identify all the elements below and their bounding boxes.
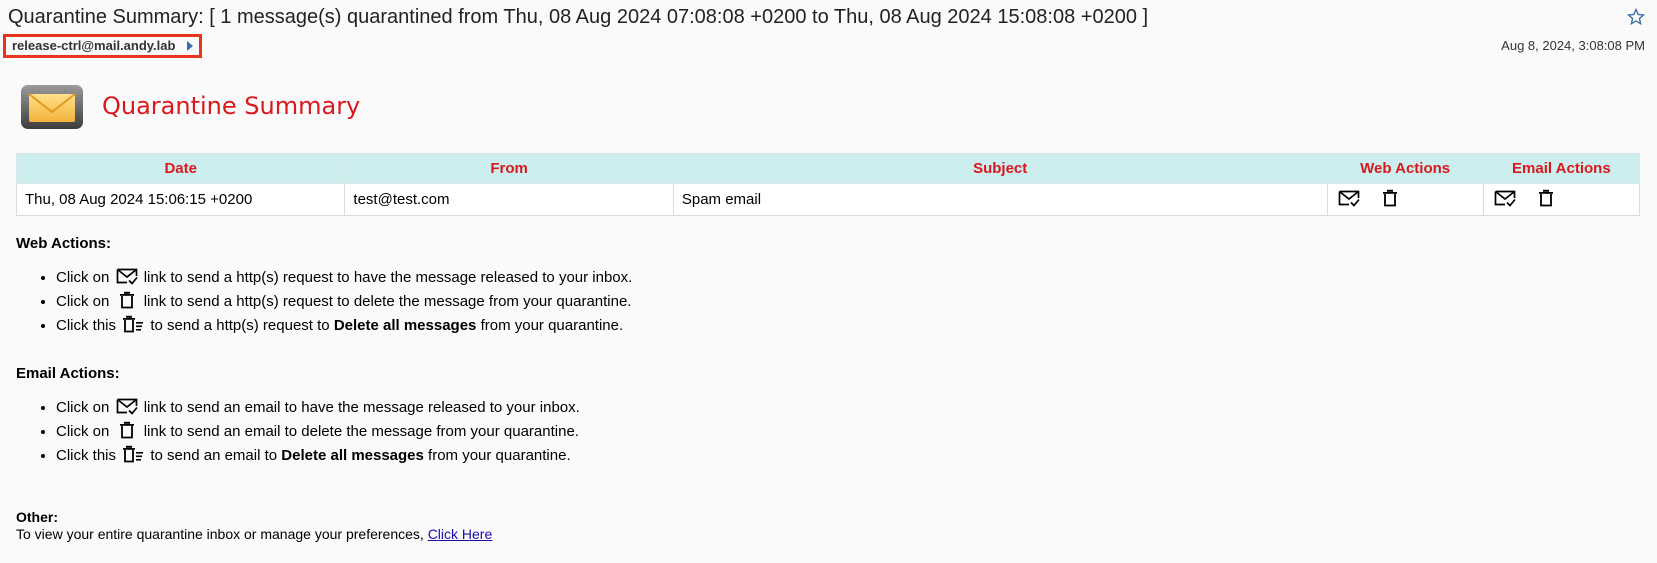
- item-text: from your quarantine.: [428, 447, 571, 464]
- release-mail-icon[interactable]: [1494, 189, 1516, 207]
- item-text: to send a http(s) request to: [150, 317, 330, 334]
- email-actions-heading: Email Actions:: [16, 365, 120, 382]
- list-item: Click this to send an email to Delete al…: [56, 444, 580, 468]
- list-item: Click on link to send an email to have t…: [56, 396, 580, 420]
- column-header-subject: Subject: [672, 153, 1328, 184]
- item-text: link to send a http(s) request to have t…: [143, 269, 633, 286]
- item-prefix: Click this: [56, 317, 117, 334]
- cell-subject: Spam email: [672, 183, 1328, 216]
- quarantine-table: Date From Subject Web Actions Email Acti…: [15, 153, 1641, 216]
- web-actions-list: Click on link to send a http(s) request …: [16, 266, 632, 338]
- release-mail-icon: [116, 398, 138, 415]
- sender-address: release-ctrl@mail.andy.lab: [12, 38, 176, 53]
- column-header-web-actions: Web Actions: [1326, 153, 1484, 184]
- item-text: to send an email to: [150, 447, 278, 464]
- item-text: from your quarantine.: [480, 317, 624, 334]
- table-row: Thu, 08 Aug 2024 15:06:15 +0200 test@tes…: [15, 183, 1641, 216]
- cell-email-actions: [1482, 183, 1641, 216]
- trash-icon[interactable]: [1538, 189, 1554, 207]
- trash-icon: [119, 291, 134, 309]
- list-item: Click on link to send an email to delete…: [56, 420, 580, 444]
- delete-all-icon: [123, 315, 144, 333]
- list-item: Click this to send a http(s) request to …: [56, 314, 632, 338]
- item-prefix: Click this: [56, 447, 117, 464]
- item-bold-text: Delete all messages: [281, 447, 424, 464]
- table-header-row: Date From Subject Web Actions Email Acti…: [15, 153, 1641, 184]
- sender-chip[interactable]: release-ctrl@mail.andy.lab: [3, 34, 203, 58]
- cell-date: Thu, 08 Aug 2024 15:06:15 +0200: [15, 183, 346, 216]
- other-heading: Other:: [16, 509, 58, 525]
- other-text: To view your entire quarantine inbox or …: [16, 526, 492, 542]
- summary-title: Quarantine Summary: [102, 92, 361, 120]
- chevron-right-icon: [187, 41, 194, 51]
- item-prefix: Click on: [56, 269, 110, 286]
- item-prefix: Click on: [56, 399, 110, 416]
- column-header-email-actions: Email Actions: [1482, 153, 1641, 184]
- item-bold-text: Delete all messages: [333, 317, 477, 334]
- list-item: Click on link to send a http(s) request …: [56, 290, 632, 314]
- envelope-icon: [21, 85, 83, 129]
- item-text: link to send an email to delete the mess…: [143, 423, 579, 440]
- item-text: link to send an email to have the messag…: [143, 399, 580, 416]
- list-item: Click on link to send a http(s) request …: [56, 266, 632, 290]
- item-prefix: Click on: [56, 423, 110, 440]
- star-icon[interactable]: [1627, 8, 1645, 26]
- trash-icon: [119, 421, 134, 439]
- column-header-date: Date: [15, 153, 346, 184]
- item-prefix: Click on: [56, 293, 110, 310]
- trash-icon[interactable]: [1382, 189, 1398, 207]
- delete-all-icon: [123, 445, 144, 463]
- message-date: Aug 8, 2024, 3:08:08 PM: [1501, 38, 1645, 53]
- column-header-from: From: [344, 153, 674, 184]
- click-here-link[interactable]: Click Here: [428, 526, 493, 542]
- cell-web-actions: [1326, 183, 1484, 216]
- cell-from: test@test.com: [344, 183, 674, 216]
- item-text: link to send a http(s) request to delete…: [143, 293, 632, 310]
- other-description: To view your entire quarantine inbox or …: [16, 526, 424, 542]
- message-subject: Quarantine Summary: [ 1 message(s) quara…: [8, 6, 1149, 28]
- email-actions-list: Click on link to send an email to have t…: [16, 396, 580, 468]
- web-actions-heading: Web Actions:: [16, 235, 112, 252]
- release-mail-icon[interactable]: [1338, 189, 1360, 207]
- release-mail-icon: [116, 268, 138, 285]
